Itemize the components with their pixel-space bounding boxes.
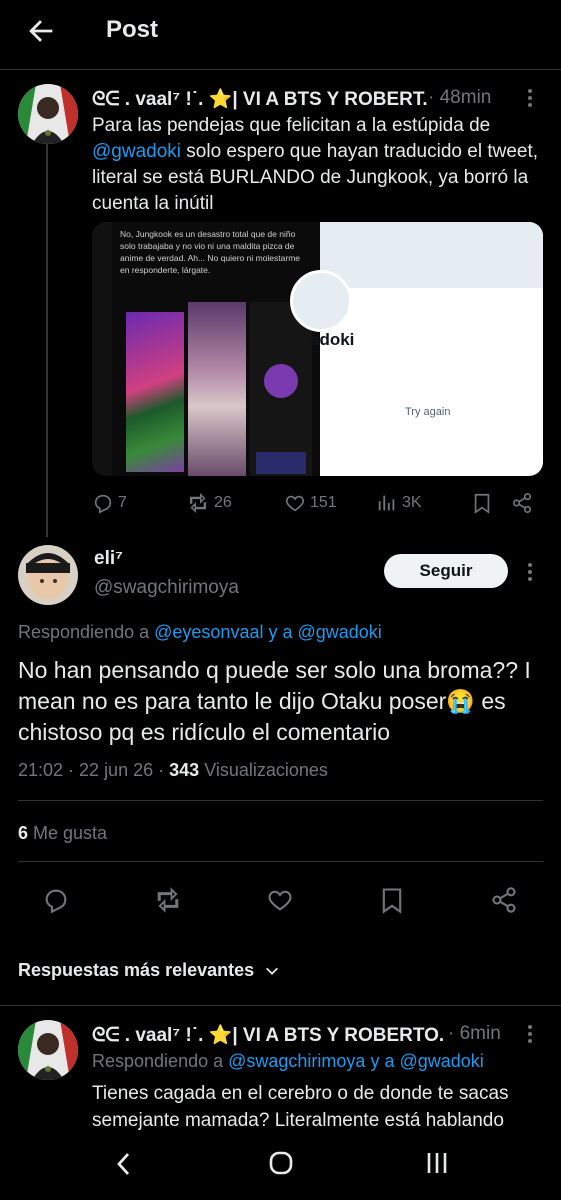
retweet-icon [157, 887, 179, 913]
recents-icon [427, 1153, 447, 1173]
focused-post-text: No han pensando q puede ser solo una bro… [18, 657, 531, 745]
user-display-name[interactable]: eli⁷ [94, 548, 123, 570]
share-icon [512, 493, 532, 513]
share-button-large[interactable] [490, 886, 518, 914]
sort-label: Respuestas más relevantes [18, 960, 255, 980]
replying-to: Respondiendo a @swagchirimoya y a @gwado… [92, 1051, 484, 1072]
avatar[interactable] [18, 545, 78, 605]
avatar[interactable] [18, 1020, 78, 1080]
media-person-image [188, 302, 246, 476]
retweet-count: 26 [214, 494, 232, 511]
reply-count: 7 [118, 494, 127, 511]
more-options-icon[interactable] [527, 88, 533, 108]
replying-users-link[interactable]: @swagchirimoya y a @gwadoki [228, 1051, 484, 1071]
reply-icon [45, 889, 67, 914]
avatar[interactable] [18, 84, 78, 144]
retweet-button-large[interactable] [153, 886, 183, 914]
more-options-icon[interactable] [527, 562, 533, 582]
home-circle-icon [269, 1151, 293, 1175]
page-title: Post [106, 16, 159, 43]
replying-to: Respondiendo a @eyesonvaal y a @gwadoki [18, 622, 382, 643]
bookmark-button-large[interactable] [380, 886, 404, 914]
follow-button[interactable]: Seguir [384, 554, 508, 588]
share-icon [492, 887, 516, 913]
retweet-button[interactable]: 26 [186, 492, 232, 514]
more-options-icon[interactable] [527, 1024, 533, 1044]
reply-icon [94, 494, 112, 514]
media-screenshot-left: No, Jungkook es un desastro total que de… [112, 222, 320, 476]
bookmark-button[interactable] [472, 492, 492, 514]
retweet-icon [189, 492, 207, 514]
bookmark-icon [382, 888, 402, 914]
header-divider [0, 69, 561, 70]
sort-divider [0, 1005, 561, 1006]
views-number: 343 [169, 760, 200, 780]
heart-icon [285, 495, 305, 512]
post-time: · 6min [448, 1023, 501, 1044]
replies-sort-dropdown[interactable]: Respuestas más relevantes [18, 960, 280, 981]
post-media[interactable]: No, Jungkook es un desastro total que de… [92, 222, 543, 476]
media-anime-image [126, 312, 184, 472]
meta-divider [18, 800, 543, 801]
likes-divider [18, 861, 543, 862]
views-icon [378, 495, 395, 511]
likes-summary[interactable]: 6 Me gusta [18, 823, 107, 844]
post-author-name[interactable]: ᘓᕮ . vaal⁷ !˙. ⭐| VI A BTS Y ROBERTO... [92, 1023, 444, 1047]
like-count: 151 [310, 494, 337, 511]
post-timestamp: 21:02 · 22 jun 26 · [18, 760, 165, 780]
bookmark-icon [474, 493, 490, 514]
user-handle[interactable]: @swagchirimoya [94, 577, 239, 599]
replying-prefix: Respondiendo a [18, 622, 150, 642]
back-button[interactable] [24, 14, 58, 48]
media-screenshot-text: No, Jungkook es un desastro total que de… [120, 229, 301, 275]
media-screenshot-right: adoki Try again [290, 222, 543, 476]
post-text: Para las pendejas que felicitan a la est… [92, 113, 542, 217]
thread-line [46, 142, 48, 537]
replying-prefix: Respondiendo a [92, 1051, 224, 1071]
media-profile-handle: adoki [310, 330, 355, 349]
back-arrow-icon [29, 20, 53, 42]
reply-button[interactable]: 7 [92, 492, 127, 514]
heart-icon [268, 890, 292, 911]
views-count: 3K [402, 494, 422, 511]
android-nav-bar [0, 1136, 561, 1200]
reply-button-large[interactable] [42, 886, 70, 914]
media-try-again: Try again [405, 406, 451, 418]
views-button[interactable]: 3K [376, 492, 422, 514]
like-button-large[interactable] [266, 886, 294, 914]
like-button[interactable]: 151 [284, 492, 337, 514]
replying-users-link[interactable]: @eyesonvaal y a @gwadoki [154, 622, 382, 642]
share-button[interactable] [511, 492, 533, 514]
post-meta: 21:02 · 22 jun 26 · 343 Visualizaciones [18, 760, 328, 781]
nav-home-button[interactable] [268, 1150, 294, 1176]
likes-number: 6 [18, 823, 29, 843]
post-time: · 48min [428, 87, 492, 108]
likes-label: Me gusta [33, 823, 108, 843]
post-text: Tienes cagada en el cerebro o de donde t… [92, 1083, 509, 1131]
post-author-name[interactable]: ᘓᕮ . vaal⁷ !˙. ⭐| VI A BTS Y ROBERT... [92, 87, 427, 111]
media-profile-image [250, 302, 312, 476]
nav-back-button[interactable] [112, 1150, 136, 1178]
chevron-left-icon [117, 1153, 130, 1175]
mention-link[interactable]: @gwadoki [92, 141, 181, 162]
chevron-down-icon [266, 967, 279, 975]
post-text-pre: Para las pendejas que felicitan a la est… [92, 115, 491, 136]
nav-recents-button[interactable] [424, 1150, 450, 1176]
views-label: Visualizaciones [204, 760, 328, 780]
